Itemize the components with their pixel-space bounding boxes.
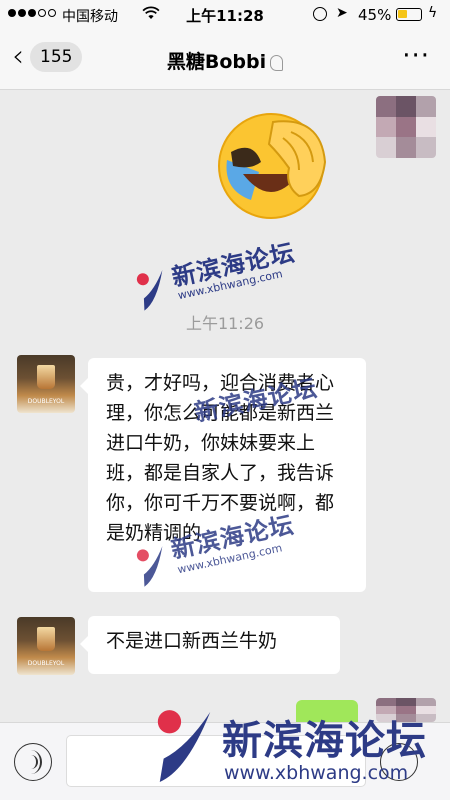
watermark-url: www.xbhwang.com xyxy=(176,267,284,303)
input-bar xyxy=(0,722,450,800)
location-arrow-icon: ➤ xyxy=(336,5,348,21)
chat-timestamp: 上午11:26 xyxy=(185,314,265,333)
face-palm-laughing-emoji[interactable] xyxy=(213,110,333,222)
more-icon[interactable]: ··· xyxy=(402,43,430,69)
friend-avatar[interactable]: DOUBLEYOL xyxy=(17,617,75,675)
emoji-icon[interactable] xyxy=(380,743,418,781)
status-bar: 中国移动 上午11:28 ➤ 45% ϟ xyxy=(0,0,450,30)
ear-icon xyxy=(270,54,284,71)
message-input[interactable] xyxy=(66,735,366,787)
chat-title: 黑糖Bobbi xyxy=(0,47,450,74)
friend-avatar[interactable]: DOUBLEYOL xyxy=(17,355,75,413)
watermark-name: 新滨海论坛 xyxy=(169,238,298,292)
message-bubble[interactable]: 贵，才好吗，迎合消费者心理，你怎么可能都是新西兰进口牛奶，你妹妹要来上班，都是自… xyxy=(80,358,366,592)
battery-fill xyxy=(398,10,407,18)
battery-percent: 45% xyxy=(358,6,392,24)
voice-icon[interactable] xyxy=(14,743,52,781)
message-bubble[interactable]: 不是进口新西兰牛奶 xyxy=(80,616,340,674)
chat-title-text: 黑糖Bobbi xyxy=(166,51,267,73)
message-text: 不是进口新西兰牛奶 xyxy=(106,630,278,652)
message-text: 贵，才好吗，迎合消费者心理，你怎么可能都是新西兰进口牛奶，你妹妹要来上班，都是自… xyxy=(106,372,335,544)
self-avatar[interactable] xyxy=(376,698,436,722)
chat-header: ‹ 155 黑糖Bobbi ··· xyxy=(0,30,450,90)
battery-icon xyxy=(396,8,422,21)
charging-bolt-icon: ϟ xyxy=(428,5,438,21)
self-avatar[interactable] xyxy=(376,96,436,158)
rotation-lock-icon xyxy=(313,7,327,21)
